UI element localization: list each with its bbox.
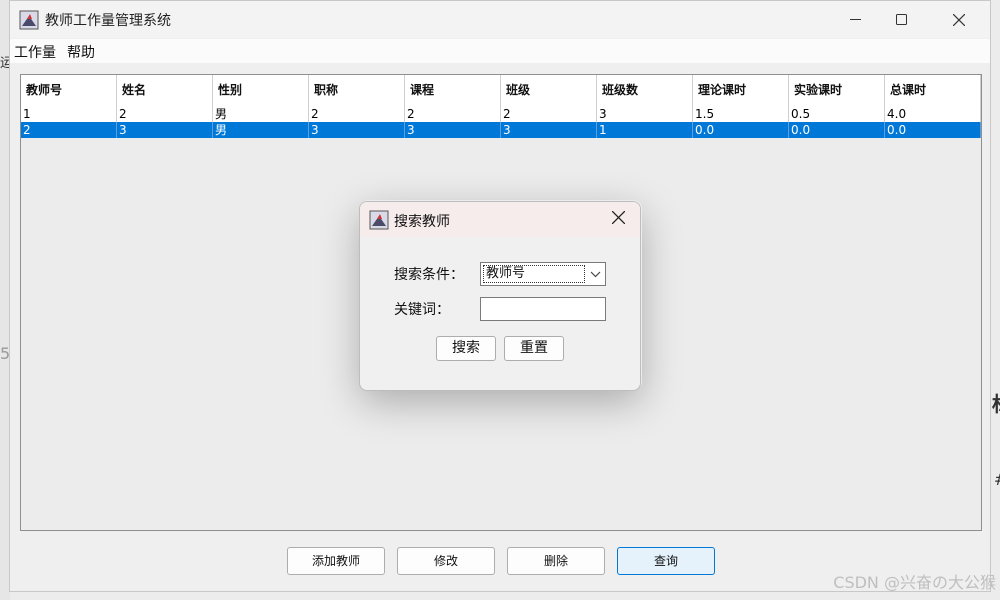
- table-cell: 0.0: [693, 122, 789, 138]
- table-header: 教师号 姓名 性别 职称 课程 班级 班级数 理论课时 实验课时 总课时: [21, 75, 981, 107]
- watermark: CSDN @兴奋の大公猴: [833, 573, 996, 592]
- delete-button[interactable]: 删除: [507, 547, 605, 575]
- table-cell: 0.5: [789, 106, 885, 122]
- table-cell: 3: [501, 122, 597, 138]
- window-title: 教师工作量管理系统: [45, 13, 171, 29]
- background-char: #: [994, 470, 1000, 489]
- table-cell: 2: [117, 106, 213, 122]
- column-header-total-hours[interactable]: 总课时: [885, 75, 981, 106]
- table-cell: 1: [21, 106, 117, 122]
- column-header-class[interactable]: 班级: [501, 75, 597, 106]
- title-bar: 教师工作量管理系统: [10, 1, 990, 38]
- search-teacher-dialog: 搜索教师 搜索条件： 教师号 关键词： 搜索 重置: [359, 201, 641, 391]
- table-cell: 3: [309, 122, 405, 138]
- table-cell: 2: [21, 122, 117, 138]
- table-cell: 2: [405, 106, 501, 122]
- search-button[interactable]: 搜索: [436, 336, 496, 361]
- menu-workload[interactable]: 工作量: [14, 42, 56, 62]
- background-char: 标: [992, 388, 1000, 417]
- java-app-icon: [369, 210, 389, 230]
- dialog-title-bar: 搜索教师: [360, 202, 640, 237]
- table-cell: 男: [213, 106, 309, 122]
- keyword-label: 关键词：: [394, 302, 450, 318]
- chevron-down-icon: [590, 271, 601, 278]
- column-header-class-count[interactable]: 班级数: [597, 75, 693, 106]
- close-button[interactable]: [936, 1, 982, 38]
- keyword-input[interactable]: [480, 297, 606, 321]
- add-teacher-button[interactable]: 添加教师: [287, 547, 385, 575]
- edit-button[interactable]: 修改: [397, 547, 495, 575]
- table-cell: 4.0: [885, 106, 981, 122]
- column-header-title[interactable]: 职称: [309, 75, 405, 106]
- menu-help[interactable]: 帮助: [67, 42, 95, 62]
- table-cell: 1: [597, 122, 693, 138]
- search-condition-value: 教师号: [483, 265, 585, 283]
- table-cell: 0.0: [789, 122, 885, 138]
- search-condition-select[interactable]: 教师号: [480, 262, 606, 286]
- table-cell: 2: [309, 106, 405, 122]
- menu-bar: [10, 39, 990, 63]
- table-cell: 男: [213, 122, 309, 138]
- maximize-button[interactable]: [878, 1, 924, 38]
- column-header-teacher-id[interactable]: 教师号: [21, 75, 117, 106]
- table-cell: 3: [117, 122, 213, 138]
- column-header-theory-hours[interactable]: 理论课时: [693, 75, 789, 106]
- dialog-title: 搜索教师: [394, 214, 450, 230]
- column-header-gender[interactable]: 性别: [213, 75, 309, 106]
- table-cell: 1.5: [693, 106, 789, 122]
- minimize-button[interactable]: [832, 1, 878, 38]
- table-row[interactable]: 1 2 男 2 2 2 3 1.5 0.5 4.0: [21, 106, 981, 123]
- column-header-name[interactable]: 姓名: [117, 75, 213, 106]
- table-cell: 2: [501, 106, 597, 122]
- dialog-close-button[interactable]: [606, 208, 630, 229]
- query-button[interactable]: 查询: [617, 547, 715, 575]
- table-cell: 0.0: [885, 122, 981, 138]
- close-icon: [953, 13, 965, 26]
- reset-button[interactable]: 重置: [504, 336, 564, 361]
- close-icon: [611, 210, 625, 225]
- minimize-icon: [849, 19, 861, 20]
- column-header-lab-hours[interactable]: 实验课时: [789, 75, 885, 106]
- column-header-course[interactable]: 课程: [405, 75, 501, 106]
- search-condition-label: 搜索条件：: [394, 267, 464, 283]
- table-row-selected[interactable]: 2 3 男 3 3 3 1 0.0 0.0 0.0: [21, 122, 981, 138]
- maximize-icon: [895, 14, 907, 25]
- table-cell: 3: [597, 106, 693, 122]
- java-app-icon: [19, 10, 39, 30]
- table-cell: 3: [405, 122, 501, 138]
